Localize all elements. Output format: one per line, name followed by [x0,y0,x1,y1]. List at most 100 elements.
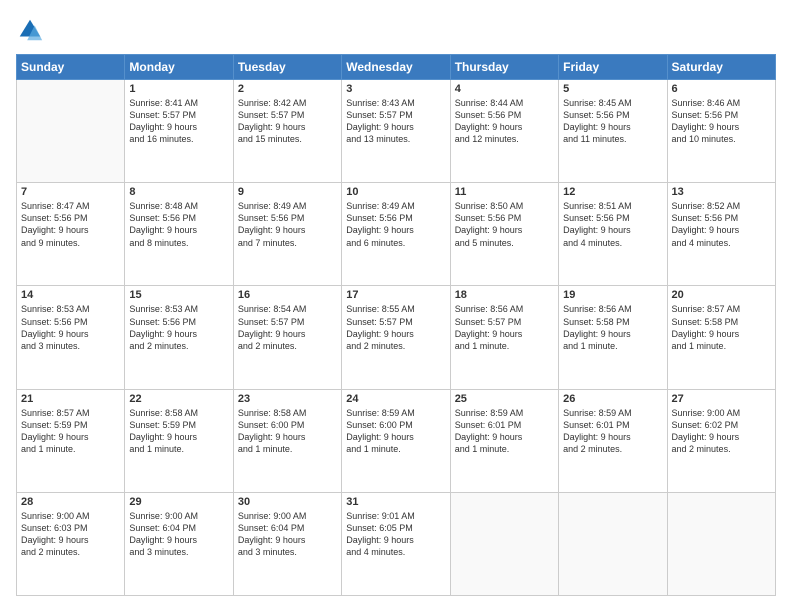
day-info: Sunrise: 9:00 AM Sunset: 6:04 PM Dayligh… [129,510,228,559]
day-number: 24 [346,393,445,405]
day-number: 31 [346,496,445,508]
day-number: 28 [21,496,120,508]
day-number: 3 [346,83,445,95]
calendar-cell: 3Sunrise: 8:43 AM Sunset: 5:57 PM Daylig… [342,80,450,183]
day-info: Sunrise: 8:49 AM Sunset: 5:56 PM Dayligh… [346,200,445,249]
header [16,16,776,44]
day-info: Sunrise: 8:47 AM Sunset: 5:56 PM Dayligh… [21,200,120,249]
day-info: Sunrise: 8:53 AM Sunset: 5:56 PM Dayligh… [129,303,228,352]
logo-icon [16,16,44,44]
day-number: 22 [129,393,228,405]
day-number: 26 [563,393,662,405]
calendar-week-row: 21Sunrise: 8:57 AM Sunset: 5:59 PM Dayli… [17,389,776,492]
day-number: 10 [346,186,445,198]
day-number: 23 [238,393,337,405]
day-info: Sunrise: 9:00 AM Sunset: 6:03 PM Dayligh… [21,510,120,559]
calendar-cell: 29 Sunrise: 9:00 AM Sunset: 6:04 PM Dayli… [125,492,233,595]
calendar-cell: 25 Sunrise: 8:59 AM Sunset: 6:01 PM Dayli… [450,389,558,492]
calendar-cell: 5 Sunrise: 8:45 AM Sunset: 5:56 PM Daylig… [559,80,667,183]
calendar-cell: 28 Sunrise: 9:00 AM Sunset: 6:03 PM Dayli… [17,492,125,595]
day-info: Sunrise: 8:46 AM Sunset: 5:56 PM Dayligh… [672,97,771,146]
calendar-cell [450,492,558,595]
day-number: 17 [346,289,445,301]
weekday-header: Thursday [450,55,558,80]
day-info: Sunrise: 8:54 AM Sunset: 5:57 PM Dayligh… [238,303,337,352]
day-number: 12 [563,186,662,198]
day-number: 11 [455,186,554,198]
page: SundayMondayTuesdayWednesdayThursdayFrid… [0,0,792,612]
calendar-cell: 2 Sunrise: 8:42 AM Sunset: 5:57 PM Daylig… [233,80,341,183]
calendar-cell: 22 Sunrise: 8:58 AM Sunset: 5:59 PM Dayli… [125,389,233,492]
calendar-cell: 7Sunrise: 8:47 AM Sunset: 5:56 PM Daylig… [17,183,125,286]
logo [16,16,48,44]
calendar-week-row: 14 Sunrise: 8:53 AM Sunset: 5:56 PM Dayli… [17,286,776,389]
calendar-cell: 31 Sunrise: 9:01 AM Sunset: 6:05 PM Dayli… [342,492,450,595]
calendar-cell: 4 Sunrise: 8:44 AM Sunset: 5:56 PM Daylig… [450,80,558,183]
day-info: Sunrise: 8:42 AM Sunset: 5:57 PM Dayligh… [238,97,337,146]
day-info: Sunrise: 9:01 AM Sunset: 6:05 PM Dayligh… [346,510,445,559]
day-number: 27 [672,393,771,405]
calendar-table: SundayMondayTuesdayWednesdayThursdayFrid… [16,54,776,596]
calendar-cell: 10 Sunrise: 8:49 AM Sunset: 5:56 PM Dayli… [342,183,450,286]
day-info: Sunrise: 8:48 AM Sunset: 5:56 PM Dayligh… [129,200,228,249]
calendar-cell: 20 Sunrise: 8:57 AM Sunset: 5:58 PM Dayli… [667,286,775,389]
calendar-cell: 16 Sunrise: 8:54 AM Sunset: 5:57 PM Dayli… [233,286,341,389]
calendar-cell: 12Sunrise: 8:51 AM Sunset: 5:56 PM Dayli… [559,183,667,286]
calendar-cell: 30 Sunrise: 9:00 AM Sunset: 6:04 PM Dayli… [233,492,341,595]
weekday-header: Friday [559,55,667,80]
calendar-cell: 27 Sunrise: 9:00 AM Sunset: 6:02 PM Dayli… [667,389,775,492]
weekday-header: Wednesday [342,55,450,80]
calendar-cell: 15 Sunrise: 8:53 AM Sunset: 5:56 PM Dayli… [125,286,233,389]
calendar-cell [559,492,667,595]
calendar-cell: 23 Sunrise: 8:58 AM Sunset: 6:00 PM Dayli… [233,389,341,492]
day-number: 29 [129,496,228,508]
calendar-cell: 8 Sunrise: 8:48 AM Sunset: 5:56 PM Daylig… [125,183,233,286]
day-number: 4 [455,83,554,95]
day-number: 5 [563,83,662,95]
day-info: Sunrise: 8:55 AM Sunset: 5:57 PM Dayligh… [346,303,445,352]
day-number: 25 [455,393,554,405]
day-info: Sunrise: 8:57 AM Sunset: 5:58 PM Dayligh… [672,303,771,352]
day-info: Sunrise: 8:44 AM Sunset: 5:56 PM Dayligh… [455,97,554,146]
calendar-cell [667,492,775,595]
day-number: 18 [455,289,554,301]
weekday-header: Sunday [17,55,125,80]
day-number: 19 [563,289,662,301]
day-info: Sunrise: 8:59 AM Sunset: 6:00 PM Dayligh… [346,407,445,456]
day-info: Sunrise: 8:59 AM Sunset: 6:01 PM Dayligh… [563,407,662,456]
calendar-cell: 9Sunrise: 8:49 AM Sunset: 5:56 PM Daylig… [233,183,341,286]
day-number: 14 [21,289,120,301]
calendar-cell: 21Sunrise: 8:57 AM Sunset: 5:59 PM Dayli… [17,389,125,492]
calendar-cell: 26 Sunrise: 8:59 AM Sunset: 6:01 PM Dayli… [559,389,667,492]
day-number: 8 [129,186,228,198]
day-number: 2 [238,83,337,95]
calendar-cell [17,80,125,183]
calendar-cell: 6 Sunrise: 8:46 AM Sunset: 5:56 PM Daylig… [667,80,775,183]
day-info: Sunrise: 8:52 AM Sunset: 5:56 PM Dayligh… [672,200,771,249]
day-info: Sunrise: 9:00 AM Sunset: 6:04 PM Dayligh… [238,510,337,559]
day-number: 6 [672,83,771,95]
header-row: SundayMondayTuesdayWednesdayThursdayFrid… [17,55,776,80]
day-info: Sunrise: 8:59 AM Sunset: 6:01 PM Dayligh… [455,407,554,456]
day-info: Sunrise: 8:58 AM Sunset: 5:59 PM Dayligh… [129,407,228,456]
day-info: Sunrise: 8:56 AM Sunset: 5:57 PM Dayligh… [455,303,554,352]
calendar-cell: 14Sunrise: 8:53 AM Sunset: 5:56 PM Dayli… [17,286,125,389]
calendar-week-row: 1Sunrise: 8:41 AM Sunset: 5:57 PM Daylig… [17,80,776,183]
day-info: Sunrise: 8:45 AM Sunset: 5:56 PM Dayligh… [563,97,662,146]
day-info: Sunrise: 8:56 AM Sunset: 5:58 PM Dayligh… [563,303,662,352]
day-number: 30 [238,496,337,508]
day-number: 15 [129,289,228,301]
day-number: 21 [21,393,120,405]
day-number: 1 [129,83,228,95]
calendar-cell: 17 Sunrise: 8:55 AM Sunset: 5:57 PM Dayli… [342,286,450,389]
day-info: Sunrise: 9:00 AM Sunset: 6:02 PM Dayligh… [672,407,771,456]
calendar-cell: 1Sunrise: 8:41 AM Sunset: 5:57 PM Daylig… [125,80,233,183]
weekday-header: Monday [125,55,233,80]
day-number: 16 [238,289,337,301]
calendar-week-row: 28 Sunrise: 9:00 AM Sunset: 6:03 PM Dayli… [17,492,776,595]
calendar-cell: 19 Sunrise: 8:56 AM Sunset: 5:58 PM Dayli… [559,286,667,389]
weekday-header: Tuesday [233,55,341,80]
day-number: 9 [238,186,337,198]
day-info: Sunrise: 8:58 AM Sunset: 6:00 PM Dayligh… [238,407,337,456]
day-number: 20 [672,289,771,301]
